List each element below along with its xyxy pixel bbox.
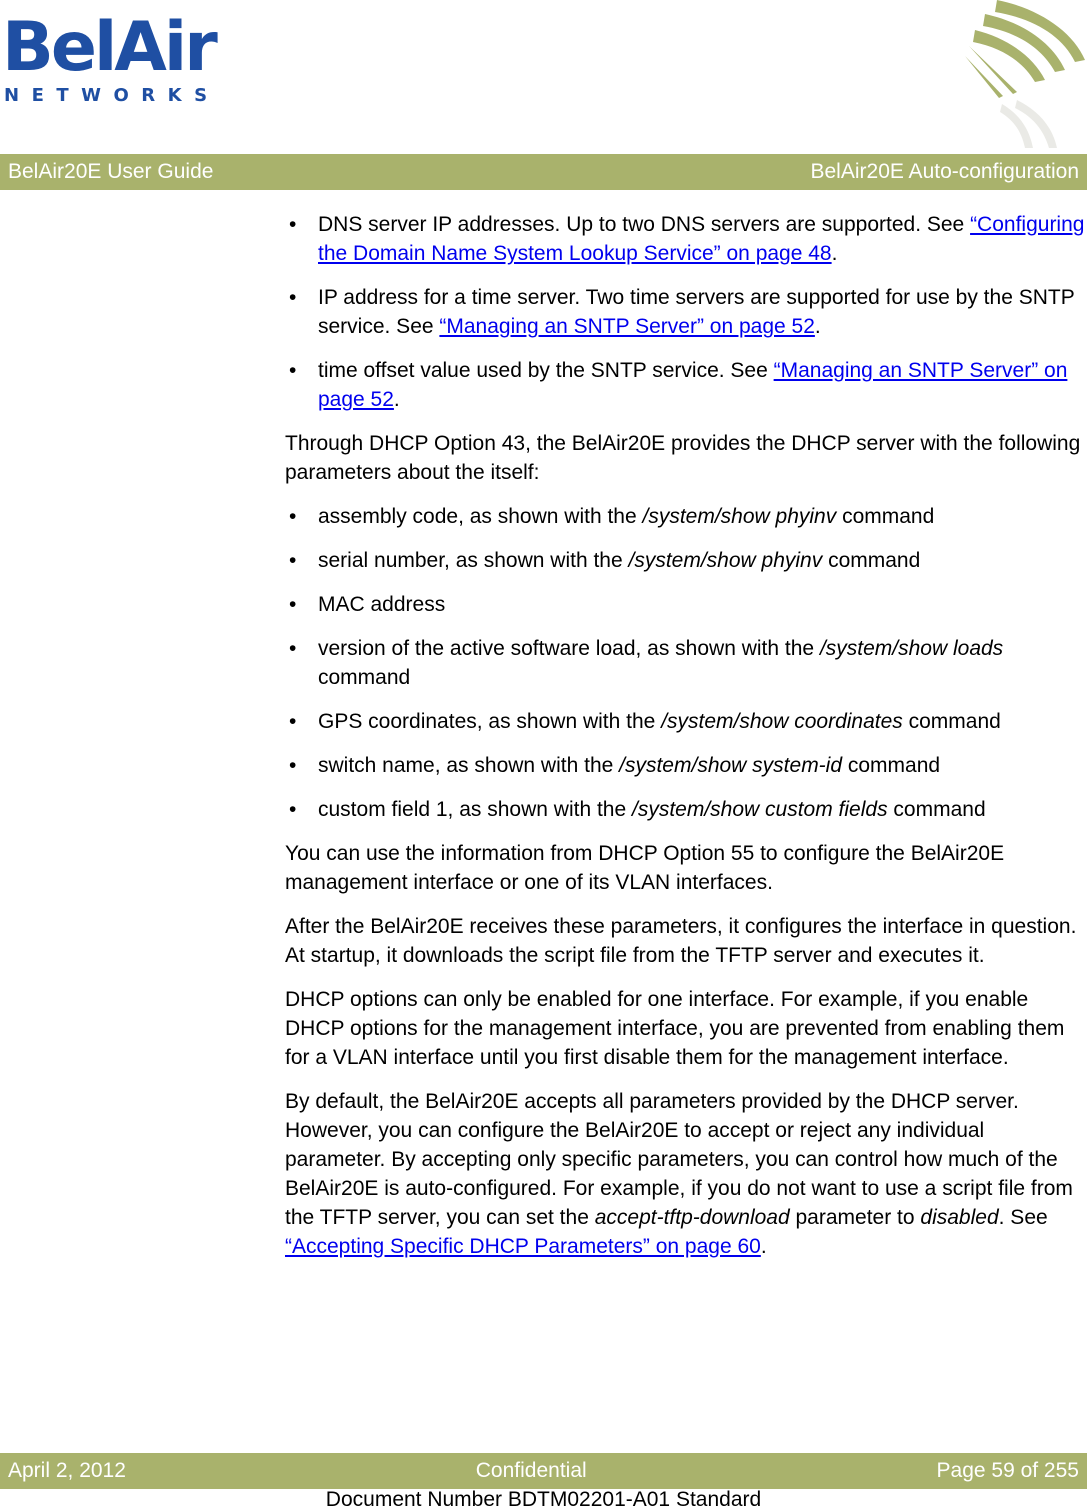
header-chapter-title: BelAir20E Auto-configuration	[810, 160, 1080, 183]
paragraph-one-interface: DHCP options can only be enabled for one…	[285, 988, 1065, 1069]
xref-link-sntp[interactable]: “Managing an SNTP Server” on page 52	[439, 315, 815, 338]
footer-page-number: Page 59 of 255	[936, 1459, 1079, 1482]
xref-link-accepting-params[interactable]: “Accepting Specific DHCP Parameters” on …	[285, 1235, 761, 1258]
list-item: serial number, as shown with the /system…	[285, 546, 1085, 575]
parameter-name: accept-tftp-download	[594, 1206, 790, 1229]
belair-logo: BelAir NETWORKS	[0, 14, 218, 109]
belair-swoosh-icon	[965, 0, 1085, 148]
list-item: GPS coordinates, as shown with the /syst…	[285, 707, 1085, 736]
command-text: /system/show custom fields	[632, 798, 888, 821]
list-item: assembly code, as shown with the /system…	[285, 502, 1085, 531]
list-item: time offset value used by the SNTP servi…	[285, 356, 1085, 414]
list-item: MAC address	[285, 590, 1085, 619]
document-number: Document Number BDTM02201-A01 Standard	[325, 1488, 762, 1511]
paragraph-option43: Through DHCP Option 43, the BelAir20E pr…	[285, 432, 1081, 484]
paragraph-after-receive: After the BelAir20E receives these param…	[285, 915, 1077, 967]
parameter-value: disabled	[920, 1206, 999, 1229]
footer-classification: Confidential	[475, 1459, 587, 1482]
command-text: /system/show phyinv	[628, 549, 823, 572]
logo-wordmark: BelAir	[2, 8, 218, 87]
list-item: version of the active software load, as …	[285, 634, 1085, 692]
list-item: switch name, as shown with the /system/s…	[285, 751, 1085, 780]
footer-date: April 2, 2012	[8, 1459, 126, 1482]
list-item: DNS server IP addresses. Up to two DNS s…	[285, 210, 1085, 268]
command-text: /system/show system-id	[619, 754, 843, 777]
page-content: DNS server IP addresses. Up to two DNS s…	[285, 210, 1085, 1276]
paragraph-option55: You can use the information from DHCP Op…	[285, 842, 1005, 894]
paragraph-default-accept: By default, the BelAir20E accepts all pa…	[285, 1090, 1073, 1258]
page-header: BelAir20E User Guide BelAir20E Auto-conf…	[0, 154, 1087, 190]
list-item: custom field 1, as shown with the /syste…	[285, 795, 1085, 824]
header-guide-title: BelAir20E User Guide	[8, 160, 214, 183]
logo-subtitle: NETWORKS	[4, 85, 220, 106]
command-text: /system/show coordinates	[661, 710, 903, 733]
command-text: /system/show loads	[819, 637, 1004, 660]
command-text: /system/show phyinv	[642, 505, 837, 528]
page-footer: April 2, 2012 Confidential Page 59 of 25…	[0, 1453, 1087, 1489]
list-item: IP address for a time server. Two time s…	[285, 283, 1085, 341]
